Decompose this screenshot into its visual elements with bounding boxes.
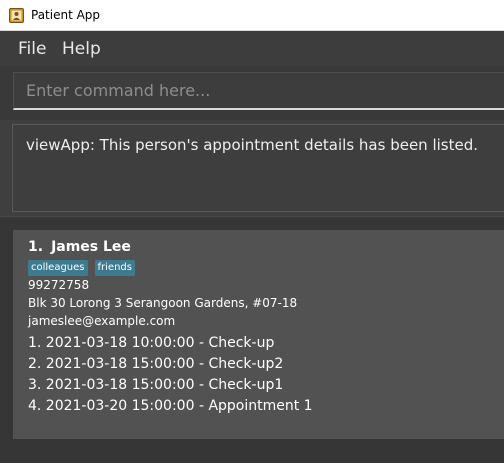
person-index: 1. bbox=[28, 239, 44, 255]
person-list-panel[interactable]: 1. James Lee colleagues friends 99272758 … bbox=[0, 217, 504, 463]
tag-colleagues: colleagues bbox=[28, 260, 88, 276]
command-area: Enter command here... bbox=[0, 66, 504, 120]
person-address: Blk 30 Lorong 3 Serangoon Gardens, #07-1… bbox=[28, 296, 298, 310]
address-book-icon bbox=[9, 8, 24, 23]
appointment-item: 4. 2021-03-20 15:00:00 - Appointment 1 bbox=[28, 398, 313, 414]
window-title: Patient App bbox=[31, 8, 101, 22]
appointment-item: 1. 2021-03-18 10:00:00 - Check-up bbox=[28, 335, 275, 351]
person-card[interactable]: 1. James Lee colleagues friends 99272758 … bbox=[13, 230, 504, 439]
title-bar: Patient App bbox=[0, 0, 504, 31]
menu-help[interactable]: Help bbox=[62, 38, 101, 60]
tag-friends: friends bbox=[94, 260, 135, 276]
appointment-item: 3. 2021-03-18 15:00:00 - Check-up1 bbox=[28, 377, 284, 393]
appointment-list: 1. 2021-03-18 10:00:00 - Check-up 2. 202… bbox=[28, 333, 313, 417]
person-email: jameslee@example.com bbox=[28, 314, 176, 328]
result-message: viewApp: This person's appointment detai… bbox=[26, 136, 478, 154]
result-display: viewApp: This person's appointment detai… bbox=[12, 124, 504, 212]
appointment-item: 2. 2021-03-18 15:00:00 - Check-up2 bbox=[28, 356, 284, 372]
person-name: James Lee bbox=[51, 239, 131, 255]
command-input[interactable]: Enter command here... bbox=[13, 72, 504, 110]
person-phone: 99272758 bbox=[28, 278, 90, 292]
person-name-row: 1. James Lee bbox=[28, 237, 131, 257]
tag-list: colleagues friends bbox=[28, 260, 135, 277]
menu-bar: File Help bbox=[0, 31, 504, 66]
menu-file[interactable]: File bbox=[18, 38, 46, 60]
